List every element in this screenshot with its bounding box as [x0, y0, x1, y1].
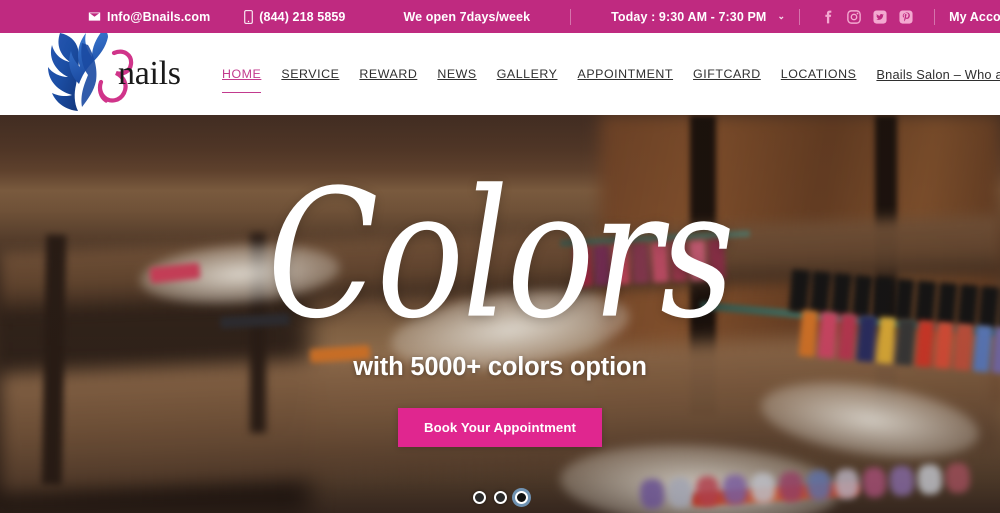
open-days-text: We open 7days/week	[403, 9, 531, 24]
main-navigation: HOME SERVICE REWARD NEWS GALLERY APPOINT…	[212, 61, 1000, 93]
phone-icon	[244, 9, 254, 24]
topbar-left-group: Info@Bnails.com (844) 218 5859 We open 7…	[88, 8, 785, 25]
book-appointment-button[interactable]: Book Your Appointment	[397, 408, 603, 447]
topbar-divider-3	[934, 8, 936, 25]
envelope-icon	[88, 10, 101, 23]
nav-item-reward[interactable]: REWARD	[349, 61, 427, 87]
nav-item-home[interactable]: HOME	[212, 61, 271, 93]
nav-item-service[interactable]: SERVICE	[271, 61, 349, 87]
top-utility-bar: Info@Bnails.com (844) 218 5859 We open 7…	[0, 0, 1000, 33]
slider-dot-2[interactable]	[493, 491, 507, 504]
slider-pagination	[0, 491, 1000, 504]
my-account-link[interactable]: My Account	[949, 10, 1000, 24]
topbar-divider-1	[570, 8, 572, 25]
pinterest-icon[interactable]	[898, 9, 914, 25]
nav-item-about[interactable]: Bnails Salon – Who are we?	[866, 61, 1000, 88]
nav-item-appointment[interactable]: APPOINTMENT	[568, 61, 684, 87]
nav-item-news[interactable]: NEWS	[427, 61, 486, 87]
nav-item-gallery[interactable]: GALLERY	[487, 61, 568, 87]
chevron-down-icon: ⌄	[777, 11, 786, 21]
site-header: nails HOME SERVICE REWARD NEWS GALLERY A…	[0, 30, 1000, 115]
nav-item-locations[interactable]: LOCATIONS	[771, 61, 867, 87]
today-hours-text: Today : 9:30 AM - 7:30 PM	[611, 9, 767, 24]
email-link[interactable]: Info@Bnails.com	[88, 10, 210, 24]
slider-dot-1[interactable]	[472, 491, 486, 504]
logo-wordmark: nails	[118, 55, 181, 92]
hero-slider: Colors with 5000+ colors option Book You…	[0, 115, 1000, 513]
email-text: Info@Bnails.com	[107, 9, 211, 24]
nav-item-giftcard[interactable]: GIFTCARD	[683, 61, 771, 87]
phone-text: (844) 218 5859	[259, 9, 346, 24]
topbar-divider-2	[799, 8, 801, 25]
phone-link[interactable]: (844) 218 5859	[244, 10, 345, 24]
facebook-icon[interactable]	[820, 9, 836, 25]
social-links	[814, 9, 920, 25]
slider-dot-3[interactable]	[514, 491, 528, 504]
today-hours-dropdown[interactable]: Today : 9:30 AM - 7:30 PM ⌄	[611, 10, 785, 24]
instagram-icon[interactable]	[846, 9, 862, 25]
twitter-icon[interactable]	[872, 9, 888, 25]
my-account-label: My Account	[949, 9, 1000, 24]
topbar-right-group: My Account My Cart	[785, 8, 1000, 25]
hero-content: Colors with 5000+ colors option Book You…	[0, 115, 1000, 513]
hero-headline: Colors	[267, 152, 735, 359]
